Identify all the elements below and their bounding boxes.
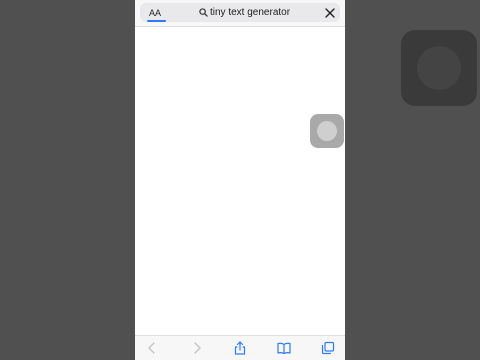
book-icon[interactable] [277,341,291,355]
tabs-icon[interactable] [321,341,335,355]
reader-aa-button[interactable]: AA [144,6,166,20]
assistive-touch-circle-large [417,46,461,90]
chevron-left-icon[interactable] [145,341,159,355]
assistive-touch-button-large[interactable] [401,30,477,106]
address-bar: AA tiny text generator [135,0,345,26]
address-text[interactable]: tiny text generator [210,6,290,20]
reader-aa-label: AA [148,8,161,18]
assistive-touch-circle [317,121,337,141]
assistive-touch-button[interactable] [310,114,344,148]
browser-toolbar [135,335,345,360]
share-icon[interactable] [233,341,247,355]
divider [135,26,345,27]
browser-window: AA tiny text generator [135,0,345,360]
address-field[interactable]: AA tiny text generator [140,3,340,22]
chevron-right-icon[interactable] [190,341,204,355]
reader-indicator [147,20,166,22]
close-icon[interactable] [323,6,337,20]
search-icon [199,8,208,17]
